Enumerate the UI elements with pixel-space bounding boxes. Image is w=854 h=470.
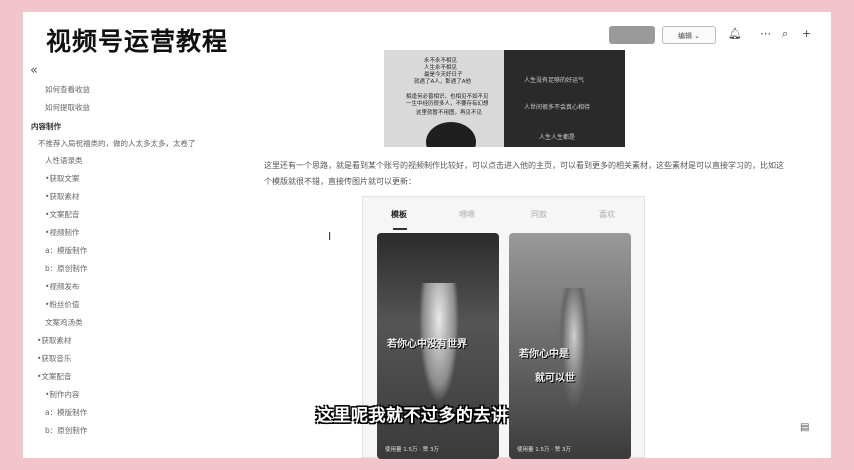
plus-icon[interactable]: + — [802, 27, 811, 40]
outline-item[interactable]: •文案配音 — [45, 209, 79, 220]
outline-item[interactable]: •制作内容 — [45, 389, 79, 400]
card-caption: 若你心中没有世界 — [387, 339, 467, 350]
outline-item[interactable]: •获取素材 — [37, 335, 71, 346]
outline-item[interactable]: •文案配音 — [37, 371, 71, 382]
card-stats: 使用量 1.5万 · 赞 3万 — [385, 447, 439, 453]
card-caption: 若你心中是 — [519, 349, 569, 360]
share-button[interactable] — [609, 26, 655, 44]
more-icon[interactable]: ⋯ — [760, 27, 771, 40]
outline-item[interactable]: 不推荐入局祝福类的，做的人太多太多，太卷了 — [38, 138, 196, 149]
dark-circle-shape — [426, 122, 476, 147]
outline-item[interactable]: •获取素材 — [45, 191, 79, 202]
outline-item[interactable]: 文案鸡汤类 — [45, 317, 83, 328]
video-subtitle: 这里呢我就不过多的去讲 — [316, 406, 509, 426]
overlay-title: 视频号运营教程 — [46, 27, 229, 56]
search-icon[interactable]: ⌕ — [782, 27, 788, 41]
outline-item[interactable]: a：模版制作 — [45, 407, 87, 418]
outline-item[interactable]: •视频制作 — [45, 227, 79, 238]
quote-line: 就遇了A人，那遇了A他 — [414, 79, 472, 85]
quote-panel-left: 永不永不相见 人生永不相见 最是今天好日子 就遇了A人，那遇了A他 相逢何必曾相… — [384, 50, 504, 147]
article-image-quotes: 永不永不相见 人生永不相见 最是今天好日子 就遇了A人，那遇了A他 相逢何必曾相… — [384, 50, 625, 147]
text-cursor-icon: I — [328, 230, 332, 243]
outline-item[interactable]: 如何提取收益 — [45, 102, 90, 113]
phone-tab: 模板 — [391, 210, 407, 219]
quote-line: 人生没有足够的好运气 — [524, 77, 585, 84]
phone-tab: 喜欢 — [599, 210, 615, 219]
outline-item[interactable]: •获取音乐 — [37, 353, 71, 364]
outline-item[interactable]: b：原创制作 — [45, 425, 87, 436]
quote-line: 人世间很多不会真心相待 — [524, 104, 591, 111]
outline-item[interactable]: a：模版制作 — [45, 245, 87, 256]
outline-item[interactable]: •视频发布 — [45, 281, 79, 292]
collapse-sidebar-icon[interactable]: « — [30, 63, 38, 78]
card-stats: 使用量 1.5万 · 赞 3万 — [517, 447, 571, 453]
phone-tab-underline — [393, 228, 407, 230]
floating-doc-icon[interactable]: ▤ — [800, 422, 809, 433]
phone-tab: 同款 — [531, 210, 547, 219]
outline-item[interactable]: 如何查看收益 — [45, 84, 90, 95]
outline-item[interactable]: •粉丝价值 — [45, 299, 79, 310]
article-paragraph: 这里还有一个思路，就是看到某个账号的视频制作比较好，可以点击进入他的主页，可以看… — [264, 161, 784, 186]
bell-icon[interactable]: 🔔︎ — [728, 27, 742, 40]
outline-item[interactable]: 人性语录类 — [45, 155, 83, 166]
card-caption: 就可以世 — [535, 373, 575, 384]
quote-line: 人生人生都是 — [539, 134, 576, 141]
outline-item[interactable]: 内容制作 — [31, 121, 61, 132]
template-card: 若你心中是 就可以世 使用量 1.5万 · 赞 3万 — [509, 233, 631, 459]
phone-tab-bar: 模板 喂嗯 同款 喜欢 — [363, 209, 644, 223]
outline-item[interactable]: b：原创制作 — [45, 263, 87, 274]
quote-line: 一生中经历很多人，不要存有幻想 — [406, 101, 489, 107]
outline-item[interactable]: •获取文案 — [45, 173, 79, 184]
phone-tab: 喂嗯 — [459, 210, 475, 219]
quote-line: 这里就暂不用图，再见不见 — [416, 110, 483, 116]
edit-button[interactable]: 编辑 ⌄ — [662, 26, 716, 44]
